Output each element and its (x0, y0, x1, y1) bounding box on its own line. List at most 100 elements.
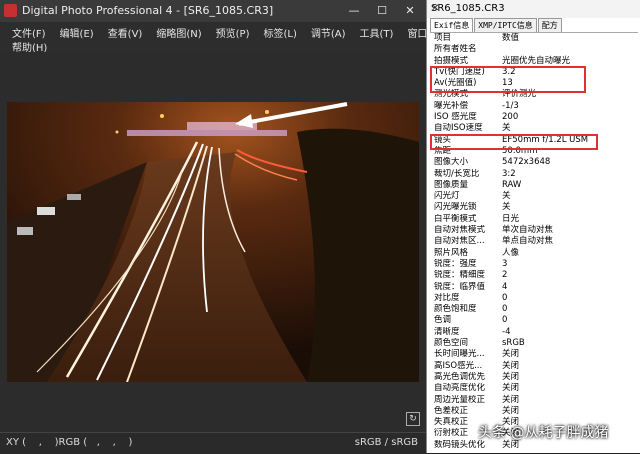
row-value: 2 (502, 270, 508, 281)
table-header: 项目 数值 (430, 33, 638, 44)
table-row[interactable]: 锐度：精细度 2 (430, 270, 638, 281)
header-key: 项目 (434, 33, 452, 43)
row-value: 200 (502, 112, 519, 123)
maximize-icon[interactable]: ☐ (368, 2, 396, 20)
night-traffic-photo (7, 102, 419, 382)
row-value: 日光 (502, 213, 520, 224)
table-row[interactable]: 图像质量 RAW (430, 180, 638, 191)
row-value: 5472x3648 (502, 157, 551, 168)
menu-file[interactable]: 文件(F) (12, 25, 46, 40)
table-row[interactable]: 自动ISO速度 关 (430, 123, 638, 134)
row-value: 0 (502, 315, 508, 326)
row-key: 锐度：精细度 (434, 270, 486, 281)
row-key: 裁切/长宽比 (434, 168, 480, 179)
table-row[interactable]: 高ISO感光... 关闭 (430, 361, 638, 372)
row-value: 关闭 (502, 360, 520, 371)
row-value: sRGB (502, 338, 525, 349)
highlight-box-lens (430, 134, 598, 150)
row-key: 高光色调优先 (434, 371, 486, 382)
table-row[interactable]: 闪光曝光锁 关 (430, 202, 638, 213)
highlight-box-exposure (430, 66, 586, 93)
row-key: ISO 感光度 (434, 112, 477, 123)
close-icon[interactable]: ✕ (431, 3, 635, 14)
row-value: 关闭 (502, 349, 520, 360)
row-key: 照片风格 (434, 247, 469, 258)
row-key: 长时间曝光... (434, 349, 485, 360)
menu-edit[interactable]: 编辑(E) (60, 25, 94, 40)
table-row[interactable]: 图像大小 5472x3648 (430, 157, 638, 168)
exif-table[interactable]: 项目 数值 所有者姓名 拍摄模式 光圈优先自动曝光 Tv(快门速度) 3.2 Av(光圈值… (430, 32, 638, 454)
tab-xmp-iptc[interactable]: XMP/IPTC信息 (474, 18, 537, 32)
tab-recipe[interactable]: 配方 (537, 18, 562, 32)
row-key: 锐度：临界值 (434, 281, 486, 292)
row-key: 对比度 (434, 292, 460, 303)
menu-label[interactable]: 标签(L) (263, 25, 296, 40)
table-row[interactable]: 色调 0 (430, 315, 638, 326)
row-key: 自动亮度优化 (434, 383, 486, 394)
cursor-readout: XY ( , )RGB ( , , ) (6, 437, 133, 448)
table-row[interactable]: 长时间曝光... 关闭 (430, 349, 638, 360)
table-row[interactable]: 对比度 0 (430, 293, 638, 304)
table-row[interactable]: 自动对焦模式 单次自动对焦 (430, 225, 638, 236)
info-panel-title-bar: SR6_1085.CR3 ✕ (427, 0, 640, 18)
row-value: 关闭 (502, 405, 520, 416)
row-key: 色调 (434, 315, 452, 326)
menu-adjust[interactable]: 调节(A) (311, 25, 346, 40)
title-bar: Digital Photo Professional 4 - [SR6_1085… (0, 0, 426, 22)
table-row[interactable]: 曝光补偿 -1/3 (430, 101, 638, 112)
row-value: 关 (502, 202, 511, 213)
menu-bar: 文件(F) 编辑(E) 查看(V) 缩略图(N) 预览(P) 标签(L) 调节(… (0, 22, 445, 54)
row-key: 曝光补偿 (434, 100, 469, 111)
row-key: 所有者姓名 (434, 44, 477, 55)
table-row[interactable]: 闪光灯 关 (430, 191, 638, 202)
table-row[interactable]: 裁切/长宽比 3:2 (430, 169, 638, 180)
info-tabs: Exif信息 XMP/IPTC信息 配方 (430, 18, 563, 32)
menu-preview[interactable]: 预览(P) (216, 25, 250, 40)
table-row[interactable]: 锐度：临界值 4 (430, 282, 638, 293)
menu-view[interactable]: 查看(V) (108, 25, 143, 40)
tab-exif[interactable]: Exif信息 (430, 18, 474, 32)
row-value: 单次自动对焦 (502, 225, 554, 236)
image-viewer[interactable]: ↻ (0, 52, 426, 432)
color-space-readout: sRGB / sRGB (354, 437, 418, 448)
table-row[interactable]: ISO 感光度 200 (430, 112, 638, 123)
row-key: 自动ISO速度 (434, 123, 483, 134)
row-value: RAW (502, 179, 522, 190)
table-row[interactable]: 白平衡模式 日光 (430, 214, 638, 225)
table-row[interactable]: 颜色饱和度 0 (430, 304, 638, 315)
row-value: -4 (502, 326, 511, 337)
menu-tools[interactable]: 工具(T) (360, 25, 394, 40)
rotate-icon[interactable]: ↻ (406, 412, 420, 426)
row-value: 单点自动对焦 (502, 236, 554, 247)
table-row[interactable]: 高光色调优先 关闭 (430, 372, 638, 383)
row-value: 0 (502, 304, 508, 315)
close-icon[interactable]: ✕ (396, 2, 424, 20)
table-row[interactable]: 锐度：强度 3 (430, 259, 638, 270)
table-row[interactable]: 周边光量校正 关闭 (430, 395, 638, 406)
header-value: 数值 (502, 33, 520, 43)
row-key: 图像质量 (434, 179, 469, 190)
minimize-icon[interactable]: — (340, 2, 368, 20)
info-panel: SR6_1085.CR3 ✕ Exif信息 XMP/IPTC信息 配方 项目 数… (426, 0, 640, 453)
row-key: 白平衡模式 (434, 213, 477, 224)
row-value: 关闭 (502, 371, 520, 382)
row-value: 关 (502, 191, 511, 202)
table-row[interactable]: 自动亮度优化 关闭 (430, 383, 638, 394)
row-key: 自动对焦区... (434, 236, 485, 247)
menu-thumbnail[interactable]: 缩略图(N) (156, 25, 201, 40)
table-row[interactable]: 色差校正 关闭 (430, 406, 638, 417)
row-key: 自动对焦模式 (434, 225, 486, 236)
table-row[interactable]: 颜色空间 sRGB (430, 338, 638, 349)
table-row[interactable]: 清晰度 -4 (430, 327, 638, 338)
row-value: 4 (502, 281, 508, 292)
table-row[interactable]: 所有者姓名 (430, 44, 638, 55)
app-icon (4, 4, 17, 17)
row-key: 闪光曝光锁 (434, 202, 477, 213)
window-title: Digital Photo Professional 4 - [SR6_1085… (22, 4, 274, 17)
row-value: 关闭 (502, 394, 520, 405)
table-row[interactable]: 自动对焦区... 单点自动对焦 (430, 236, 638, 247)
row-key: 锐度：强度 (434, 258, 477, 269)
menu-row: 文件(F) 编辑(E) 查看(V) 缩略图(N) 预览(P) 标签(L) 调节(… (12, 25, 445, 40)
row-key: 颜色饱和度 (434, 304, 477, 315)
table-row[interactable]: 照片风格 人像 (430, 248, 638, 259)
